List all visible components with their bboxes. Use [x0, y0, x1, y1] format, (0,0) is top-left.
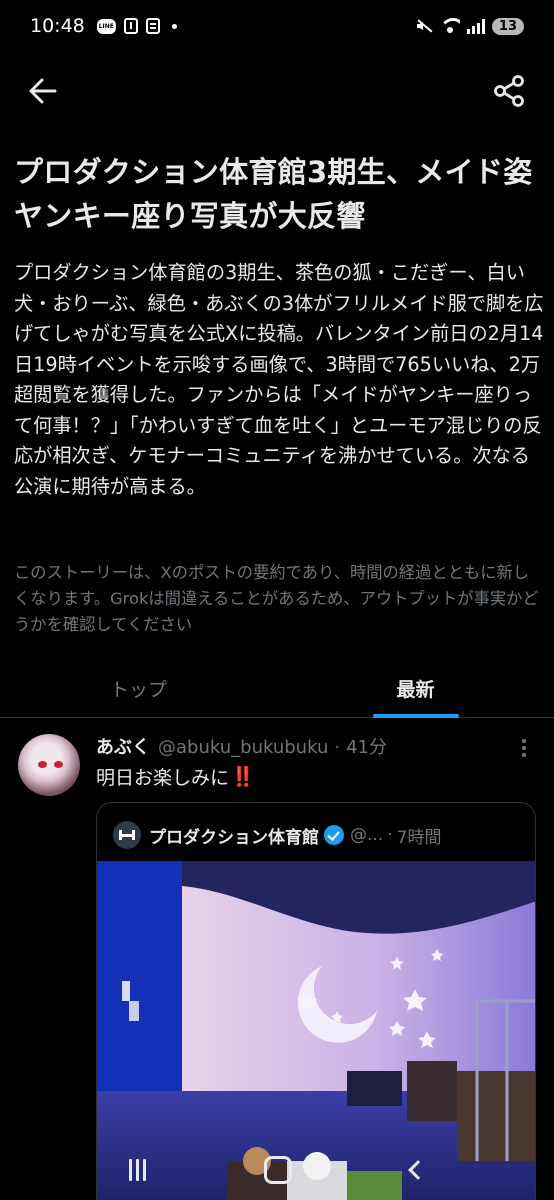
alert-notification-icon	[123, 18, 138, 34]
post-author-name[interactable]: あぶく	[96, 733, 150, 759]
post-author-handle[interactable]: @abuku_bukubuku	[158, 737, 328, 758]
post-time: 41分	[346, 737, 388, 758]
verified-badge-icon	[324, 825, 344, 845]
active-tab-indicator	[372, 714, 459, 718]
more-options-button[interactable]	[514, 737, 534, 759]
more-notifications-dot-icon	[171, 23, 177, 29]
quoted-author-name: プロダクション体育館	[149, 827, 319, 848]
avatar[interactable]	[18, 734, 80, 796]
share-button[interactable]	[493, 74, 527, 108]
status-time: 10:48	[30, 15, 85, 37]
recent-apps-button[interactable]	[129, 1159, 147, 1181]
tab-top-label: トップ	[109, 679, 167, 701]
quoted-separator: ·	[387, 825, 393, 845]
line-notification-icon: LINE	[96, 18, 116, 34]
tab-latest-label: 最新	[396, 679, 435, 701]
post-header: あぶく @abuku_bukubuku · 41分	[96, 733, 516, 759]
mute-icon	[415, 18, 433, 34]
wifi-icon	[440, 18, 460, 34]
system-navigation-bar	[0, 1140, 554, 1200]
tab-top[interactable]: トップ	[0, 660, 277, 717]
post-text: 明日お楽しみに ‼️	[96, 763, 255, 790]
home-button[interactable]	[264, 1156, 293, 1184]
tab-bar: トップ 最新	[0, 660, 554, 718]
post-separator: ·	[334, 737, 341, 758]
battery-indicator: 13	[491, 17, 524, 35]
share-icon	[494, 75, 524, 107]
back-button[interactable]	[26, 74, 60, 108]
arrow-left-icon	[29, 78, 57, 104]
grok-disclaimer: このストーリーは、Xのポストの要約であり、時間の経過とともに新しくなります。Gr…	[14, 563, 539, 634]
system-back-button[interactable]	[407, 1160, 428, 1180]
status-bar: 10:48 LINE 13	[0, 0, 554, 52]
quoted-avatar	[113, 821, 141, 849]
double-exclamation-icon: ‼️	[231, 766, 255, 788]
quoted-author-handle: @...	[350, 825, 384, 845]
post-text-body: 明日お楽しみに	[96, 767, 230, 789]
quoted-post-header: プロダクション体育館 @... · 7時間	[113, 821, 523, 849]
quoted-time: 7時間	[396, 827, 442, 848]
story-headline: プロダクション体育館3期生、メイド姿ヤンキー座り写真が大反響	[14, 155, 533, 233]
story-summary: プロダクション体育館の3期生、茶色の狐・こだぎー、白い犬・おりーぶ、緑色・あぶく…	[14, 261, 544, 498]
news-notification-icon	[145, 18, 160, 34]
tab-latest[interactable]: 最新	[277, 660, 554, 718]
signal-icon	[466, 18, 485, 34]
